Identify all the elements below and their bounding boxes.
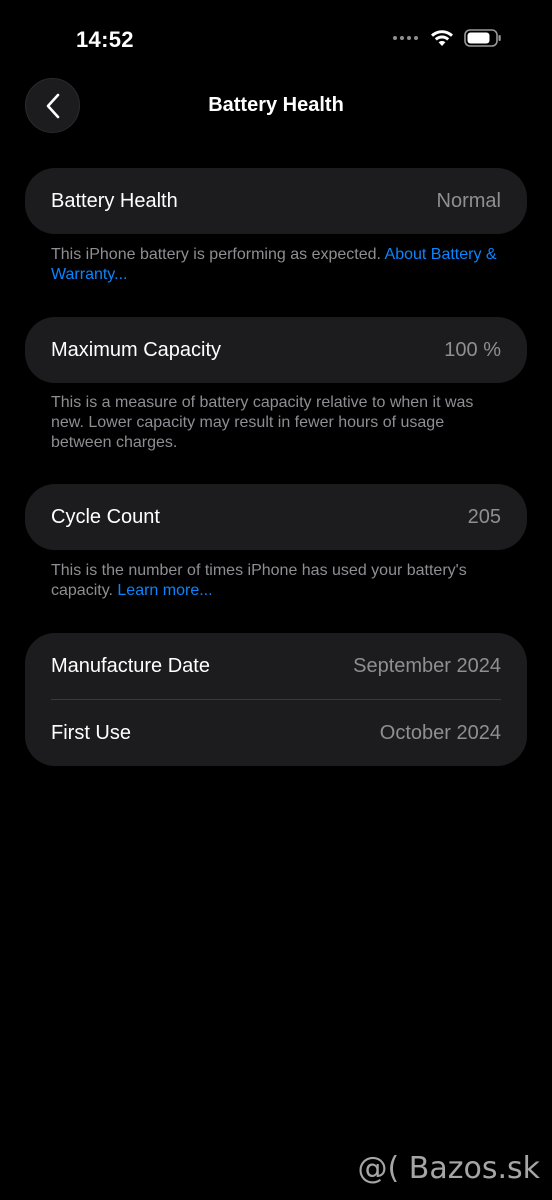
- first-use-label: First Use: [51, 721, 131, 744]
- cycle-count-value: 205: [467, 505, 501, 528]
- maximum-capacity-value: 100 %: [444, 338, 501, 361]
- first-use-value: October 2024: [379, 721, 501, 744]
- battery-health-value: Normal: [436, 189, 501, 212]
- first-use-row: First Use October 2024: [25, 700, 527, 766]
- battery-icon: [464, 29, 501, 47]
- cellular-signal-icon: [393, 36, 418, 40]
- battery-health-label: Battery Health: [51, 189, 178, 212]
- cycle-count-label: Cycle Count: [51, 505, 160, 528]
- status-time: 14:52: [76, 27, 134, 52]
- battery-health-row: Battery Health Normal: [25, 168, 527, 234]
- cycle-count-card: Cycle Count 205: [25, 484, 527, 550]
- cycle-count-footnote: This is the number of times iPhone has u…: [51, 561, 501, 601]
- page-title: Battery Health: [208, 94, 344, 116]
- battery-health-footnote-text: This iPhone battery is performing as exp…: [51, 246, 385, 263]
- bazos-watermark: @( Bazos.sk: [357, 1151, 540, 1186]
- battery-health-card: Battery Health Normal: [25, 168, 527, 234]
- cycle-count-footnote-text: This is the number of times iPhone has u…: [51, 562, 467, 599]
- maximum-capacity-row: Maximum Capacity 100 %: [25, 317, 527, 383]
- battery-health-screen: 14:52 Battery Health Battery Health Norm…: [0, 0, 552, 1200]
- battery-health-footnote: This iPhone battery is performing as exp…: [51, 245, 501, 285]
- manufacture-date-value: September 2024: [353, 654, 501, 677]
- status-indicators: [393, 28, 502, 48]
- wifi-icon: [431, 30, 453, 46]
- manufacture-date-row: Manufacture Date September 2024: [25, 633, 527, 699]
- dates-card: Manufacture Date September 2024 First Us…: [25, 633, 527, 766]
- maximum-capacity-footnote: This is a measure of battery capacity re…: [51, 394, 474, 451]
- maximum-capacity-card: Maximum Capacity 100 %: [25, 317, 527, 383]
- learn-more-link[interactable]: Learn more...: [117, 582, 212, 599]
- maximum-capacity-label: Maximum Capacity: [51, 338, 222, 361]
- manufacture-date-label: Manufacture Date: [51, 654, 210, 677]
- cycle-count-row: Cycle Count 205: [25, 484, 527, 550]
